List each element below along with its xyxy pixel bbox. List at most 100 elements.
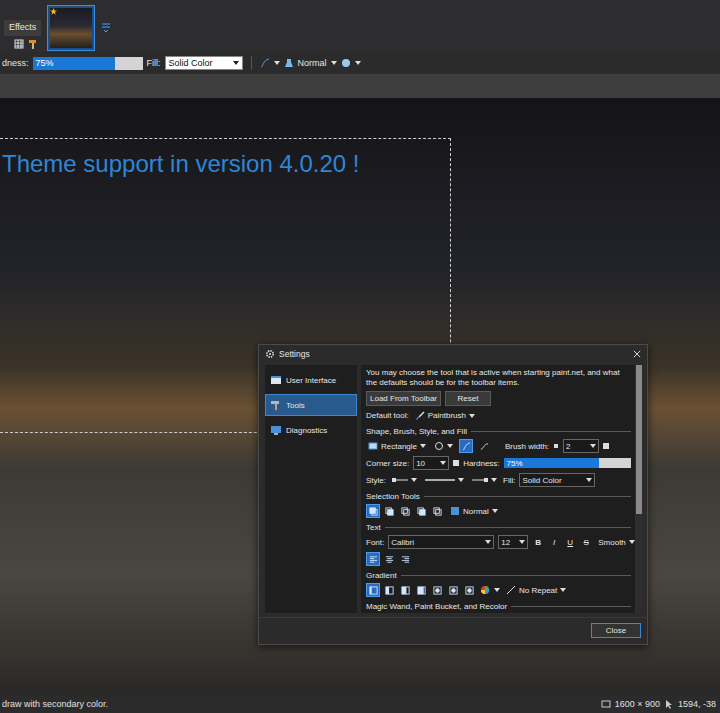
selection-combine-icon — [450, 506, 460, 516]
dropdown-arrow-icon[interactable] — [331, 61, 337, 65]
gradient-type-button[interactable] — [462, 583, 476, 597]
start-cap-dropdown[interactable] — [390, 476, 419, 484]
dropdown-arrow-icon — [411, 478, 417, 482]
default-tool-dropdown[interactable]: Paintbrush — [413, 410, 477, 422]
blend-mode-dropdown[interactable]: Normal — [298, 58, 327, 68]
hammer-icon[interactable] — [28, 39, 38, 49]
dialog-title-bar[interactable]: Settings — [259, 345, 647, 363]
selection-mode-button[interactable] — [430, 504, 444, 518]
dropdown-arrow-icon[interactable] — [355, 61, 361, 65]
sidebar-item[interactable]: Diagnostics — [265, 419, 357, 441]
hardness-label: dness: — [2, 58, 29, 68]
status-hint: draw with secondary color. — [2, 699, 108, 709]
corner-size-field[interactable]: 10 — [413, 456, 449, 470]
gradient-type-button[interactable] — [382, 583, 396, 597]
text-align-button[interactable] — [382, 552, 396, 566]
selection-mode-button[interactable] — [382, 504, 396, 518]
hardness-slider[interactable]: 75% — [504, 458, 631, 468]
scroll-thumb[interactable] — [636, 365, 642, 514]
gradient-type-button[interactable] — [446, 583, 460, 597]
close-button[interactable]: Close — [591, 623, 641, 638]
selection-mode-button[interactable] — [414, 504, 428, 518]
gear-icon — [265, 349, 275, 359]
image-tab[interactable] — [47, 5, 95, 51]
increase-icon[interactable] — [453, 460, 459, 466]
gradient-type-button[interactable] — [414, 583, 428, 597]
selection-mode-button[interactable] — [366, 504, 380, 518]
paint-net-window: Effectsdness:75%Fill:Solid ColorNormalTh… — [0, 0, 720, 713]
fill-dropdown[interactable]: Solid Color — [519, 473, 595, 487]
sphere-icon[interactable] — [341, 58, 351, 68]
selection-mode-dropdown[interactable]: Normal — [448, 505, 500, 517]
close-icon[interactable] — [633, 350, 641, 358]
selection-mode-button[interactable] — [398, 504, 412, 518]
shape-dropdown[interactable]: Rectangle — [366, 440, 428, 452]
gradient-type-icon — [385, 586, 394, 595]
align-icon — [385, 555, 394, 564]
end-cap-dropdown[interactable] — [470, 476, 499, 484]
line-icon — [480, 442, 489, 451]
corner-size-label: Corner size: — [366, 459, 409, 468]
monitor-icon — [270, 424, 282, 436]
font-style-button[interactable]: B — [532, 538, 544, 547]
group-heading: Gradient — [366, 571, 631, 580]
image-size-icon — [601, 699, 611, 709]
line-start-icon — [392, 477, 408, 483]
dash-style-dropdown[interactable] — [423, 476, 466, 484]
fill-dropdown[interactable]: Solid Color — [165, 56, 243, 70]
action-button[interactable]: Reset — [445, 391, 491, 406]
draw-mode-button[interactable] — [477, 439, 491, 453]
hardness-label: Hardness: — [463, 459, 499, 468]
grid-icon[interactable] — [14, 39, 24, 49]
dropdown-arrow-icon[interactable] — [274, 61, 280, 65]
font-dropdown[interactable]: Calibri — [388, 535, 494, 549]
draw-mode-button[interactable] — [459, 439, 473, 453]
scrollbar[interactable] — [635, 365, 643, 613]
sidebar-item[interactable]: User Interface — [265, 369, 357, 391]
paintbrush-icon — [415, 411, 425, 421]
gradient-type-icon — [449, 586, 458, 595]
action-button[interactable]: Load From Toolbar — [366, 391, 441, 406]
text-rendering-dropdown[interactable]: Smooth — [596, 537, 637, 548]
gradient-type-button[interactable] — [398, 583, 412, 597]
hammer-icon — [270, 399, 282, 411]
menu-tab[interactable]: Effects — [4, 20, 41, 36]
gradient-type-icon — [433, 586, 442, 595]
font-style-button[interactable]: I — [548, 538, 560, 547]
dropdown-arrow-icon[interactable] — [494, 588, 500, 592]
dropdown-arrow-icon — [420, 444, 426, 448]
selection-mode-icon — [417, 507, 426, 516]
gradient-type-button[interactable] — [366, 583, 380, 597]
increase-icon[interactable] — [603, 443, 609, 449]
sidebar-item[interactable]: Tools — [265, 394, 357, 416]
group-heading: Shape, Brush, Style, and Fill — [366, 427, 631, 436]
gradient-type-icon — [417, 586, 426, 595]
fill-label: Fill: — [147, 58, 161, 68]
dropdown-arrow-icon — [519, 540, 525, 544]
gradient-repeat-dropdown[interactable]: No Repeat — [504, 584, 568, 596]
antialias-icon[interactable] — [260, 58, 270, 68]
dropdown-arrow-icon — [469, 414, 475, 418]
hardness-slider[interactable]: 75% — [33, 57, 143, 70]
font-style-button[interactable]: U — [564, 538, 576, 547]
unsaved-star-icon — [50, 8, 57, 15]
font-style-button[interactable]: S — [580, 538, 592, 547]
color-wheel-icon[interactable] — [480, 585, 490, 595]
gradient-type-icon — [465, 586, 474, 595]
status-bar: draw with secondary color.1600 × 9001594… — [0, 695, 720, 713]
text-align-button[interactable] — [398, 552, 412, 566]
toolbar: dness: 75% Fill: Solid Color Normal — [0, 52, 720, 74]
line-end-icon — [472, 477, 488, 483]
font-label: Font: — [366, 538, 384, 547]
text-align-button[interactable] — [366, 552, 380, 566]
gradient-type-button[interactable] — [430, 583, 444, 597]
align-icon — [401, 555, 410, 564]
decrease-icon[interactable] — [553, 443, 559, 449]
image-list-icon[interactable] — [101, 22, 111, 32]
font-size-dropdown[interactable]: 12 — [498, 535, 528, 549]
shape-type-icon — [434, 441, 444, 451]
shape-type-dropdown[interactable] — [432, 440, 455, 452]
brush-width-field[interactable]: 2 — [563, 439, 599, 453]
align-icon — [369, 555, 378, 564]
dropdown-arrow-icon — [590, 444, 596, 448]
